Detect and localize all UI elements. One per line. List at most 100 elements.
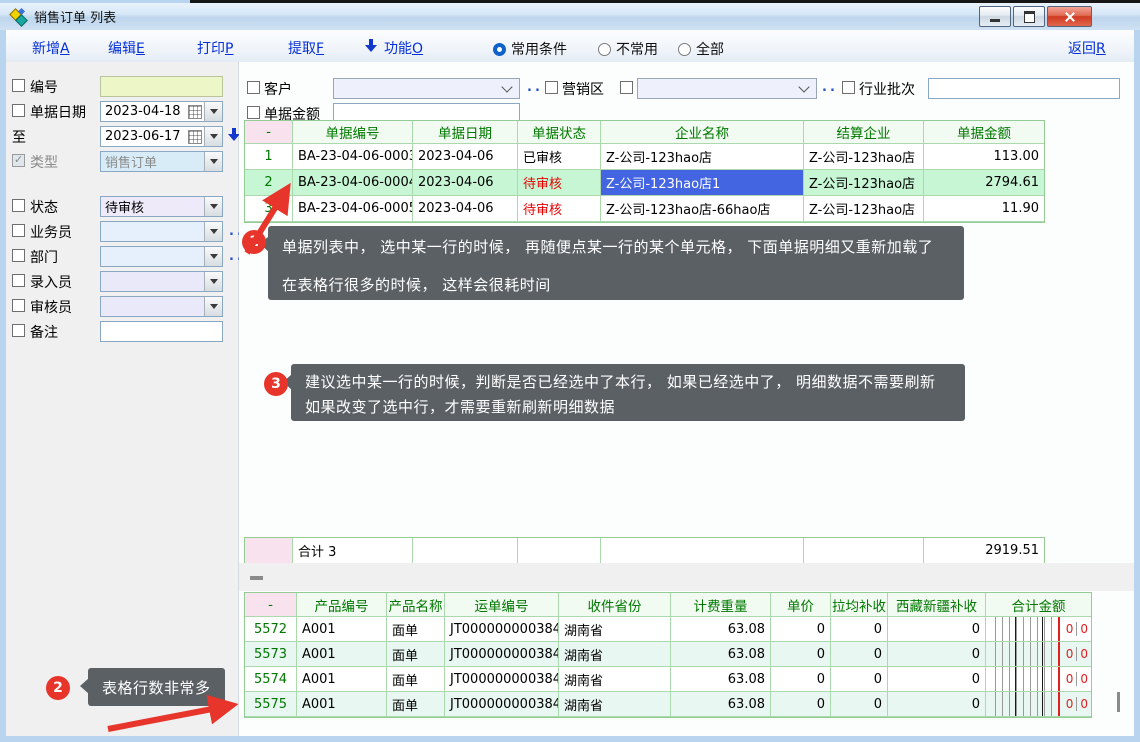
total-cell[interactable]: 00 — [986, 667, 1091, 692]
amount-cell[interactable]: 11.90 — [924, 196, 1044, 222]
column-header[interactable]: 产品名称 — [387, 593, 445, 617]
price-cell[interactable]: 0 — [771, 617, 831, 642]
row-number-cell[interactable]: 5575 — [245, 692, 297, 717]
weight-cell[interactable]: 63.08 — [671, 692, 771, 717]
waybill-cell[interactable]: JT0000000003842 — [445, 617, 559, 642]
company-cell[interactable]: Z-公司-123hao店-66hao店 — [601, 196, 804, 222]
surcharge1-cell[interactable]: 0 — [831, 692, 888, 717]
date-from-input[interactable]: 2023-04-18 — [100, 101, 223, 122]
function-button[interactable]: 功能O — [384, 38, 423, 58]
horizontal-splitter[interactable] — [239, 563, 1134, 591]
checkbox-auditor[interactable] — [12, 299, 25, 312]
column-header[interactable]: 西藏新疆补收 — [888, 593, 986, 617]
customer-lookup-dots[interactable]: .. — [527, 80, 543, 95]
maximize-button[interactable] — [1013, 6, 1045, 27]
entry-dropdown-button[interactable] — [204, 272, 222, 291]
weight-cell[interactable]: 63.08 — [671, 617, 771, 642]
checkbox-no[interactable] — [12, 79, 25, 92]
checkbox-marketing-area[interactable] — [620, 81, 633, 94]
checkbox-dept[interactable] — [12, 249, 25, 262]
checkbox-salesman[interactable] — [12, 224, 25, 237]
product-name-cell[interactable]: 面单 — [387, 642, 445, 667]
row-number-cell[interactable]: 5572 — [245, 617, 297, 642]
column-header[interactable]: 合计金额 — [986, 593, 1091, 617]
waybill-cell[interactable]: JT0000000003845 — [445, 692, 559, 717]
amount-cell[interactable]: 2794.61 — [924, 170, 1044, 196]
checkbox-industry[interactable] — [842, 81, 855, 94]
date-dropdown-button[interactable] — [204, 127, 222, 146]
price-cell[interactable]: 0 — [771, 642, 831, 667]
price-cell[interactable]: 0 — [771, 692, 831, 717]
checkbox-marketing[interactable] — [545, 81, 558, 94]
date-dropdown-button[interactable] — [204, 102, 222, 121]
surcharge2-cell[interactable]: 0 — [888, 692, 986, 717]
status-cell[interactable]: 待审核 — [518, 170, 601, 196]
status-cell[interactable]: 待审核 — [518, 196, 601, 222]
column-header[interactable]: 收件省份 — [559, 593, 671, 617]
column-header[interactable]: - — [245, 593, 297, 617]
status-select[interactable]: 待审核 — [100, 196, 223, 217]
row-number-cell[interactable]: 5574 — [245, 667, 297, 692]
row-number-cell[interactable]: 5573 — [245, 642, 297, 667]
checkbox-date[interactable] — [12, 104, 25, 117]
row-number-cell[interactable]: 2 — [245, 170, 293, 196]
product-no-cell[interactable]: A001 — [297, 642, 387, 667]
customer-select[interactable] — [333, 78, 520, 99]
surcharge1-cell[interactable]: 0 — [831, 642, 888, 667]
waybill-cell[interactable]: JT0000000003843 — [445, 642, 559, 667]
surcharge2-cell[interactable]: 0 — [888, 667, 986, 692]
date-cell[interactable]: 2023-04-06 — [413, 144, 518, 170]
no-input[interactable] — [100, 76, 223, 97]
company-cell[interactable]: Z-公司-123hao店 — [601, 144, 804, 170]
column-header[interactable]: 单据状态 — [518, 121, 601, 144]
column-header[interactable]: 单据日期 — [413, 121, 518, 144]
remark-input[interactable] — [100, 321, 223, 342]
salesman-dropdown-button[interactable] — [204, 222, 222, 241]
industry-input[interactable] — [928, 78, 1120, 99]
amount-cell[interactable]: 113.00 — [924, 144, 1044, 170]
waybill-cell[interactable]: JT0000000003844 — [445, 667, 559, 692]
radio-all[interactable]: 全部 — [678, 39, 724, 59]
column-header[interactable]: 计费重量 — [671, 593, 771, 617]
surcharge2-cell[interactable]: 0 — [888, 642, 986, 667]
weight-cell[interactable]: 63.08 — [671, 642, 771, 667]
column-header[interactable]: 拉均补收 — [831, 593, 888, 617]
surcharge1-cell[interactable]: 0 — [831, 617, 888, 642]
product-no-cell[interactable]: A001 — [297, 692, 387, 717]
product-no-cell[interactable]: A001 — [297, 667, 387, 692]
doc-no-cell[interactable]: BA-23-04-06-0005 — [293, 196, 413, 222]
doc-no-cell[interactable]: BA-23-04-06-0003 — [293, 144, 413, 170]
print-button[interactable]: 打印P — [197, 38, 233, 58]
doc-no-cell[interactable]: BA-23-04-06-0004 — [293, 170, 413, 196]
settle-cell[interactable]: Z-公司-123hao店 — [804, 170, 924, 196]
column-header[interactable]: 产品编号 — [297, 593, 387, 617]
surcharge2-cell[interactable]: 0 — [888, 617, 986, 642]
province-cell[interactable]: 湖南省 — [559, 642, 671, 667]
salesman-select[interactable] — [100, 221, 223, 242]
close-button[interactable] — [1047, 6, 1092, 27]
column-header[interactable]: 结算企业 — [804, 121, 924, 144]
column-header[interactable]: 单据编号 — [293, 121, 413, 144]
checkbox-amount[interactable] — [247, 106, 260, 119]
checkbox-remark[interactable] — [12, 324, 25, 337]
checkbox-status[interactable] — [12, 199, 25, 212]
column-header[interactable]: 运单编号 — [445, 593, 559, 617]
product-name-cell[interactable]: 面单 — [387, 617, 445, 642]
column-header[interactable]: - — [245, 121, 293, 144]
add-button[interactable]: 新增A — [32, 38, 70, 58]
date-cell[interactable]: 2023-04-06 — [413, 170, 518, 196]
product-name-cell[interactable]: 面单 — [387, 667, 445, 692]
status-dropdown-button[interactable] — [204, 197, 222, 216]
column-header[interactable]: 企业名称 — [601, 121, 804, 144]
minimize-button[interactable] — [979, 6, 1011, 27]
row-number-cell[interactable]: 1 — [245, 144, 293, 170]
marketing-select[interactable] — [637, 78, 817, 99]
column-header[interactable]: 单价 — [771, 593, 831, 617]
price-cell[interactable]: 0 — [771, 667, 831, 692]
dept-select[interactable] — [100, 246, 223, 267]
province-cell[interactable]: 湖南省 — [559, 667, 671, 692]
radio-uncommon[interactable]: 不常用 — [598, 39, 658, 59]
total-cell[interactable]: 00 — [986, 692, 1091, 717]
province-cell[interactable]: 湖南省 — [559, 692, 671, 717]
splitter-handle-icon[interactable] — [250, 576, 263, 580]
